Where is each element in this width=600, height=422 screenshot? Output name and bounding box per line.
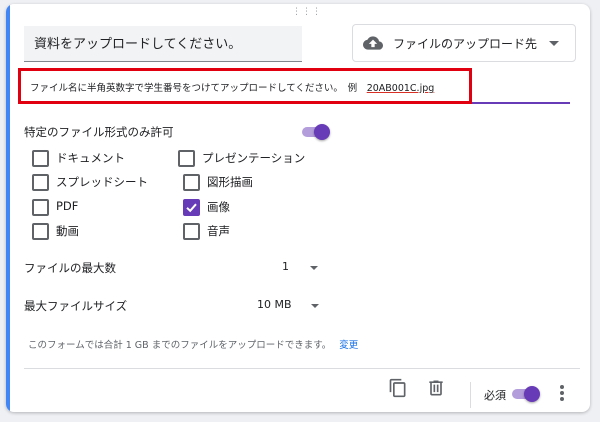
required-toggle[interactable]	[512, 386, 540, 402]
checkbox-label-presentation: プレゼンテーション	[202, 151, 306, 165]
question-title-input[interactable]: 資料をアップロードしてください。	[24, 26, 302, 62]
checkbox-label-spreadsheet: スプレッドシート	[56, 175, 148, 189]
max-files-value: 1	[282, 260, 289, 273]
cloud-upload-icon	[363, 36, 383, 50]
checkmark-icon	[186, 203, 197, 213]
chevron-down-icon	[549, 40, 559, 46]
checkbox-label-image: 画像	[207, 200, 230, 214]
required-label: 必須	[484, 389, 506, 402]
checkbox-label-document: ドキュメント	[56, 151, 125, 165]
checkbox-image[interactable]	[183, 199, 200, 216]
max-files-dropdown[interactable]: 1	[276, 254, 326, 278]
toggle-knob	[524, 386, 540, 402]
drag-handle-icon[interactable]: ⋮⋮⋮	[292, 8, 321, 17]
checkbox-pdf[interactable]	[32, 199, 49, 216]
max-files-label: ファイルの最大数	[24, 261, 116, 275]
highlight-annotation-box	[18, 68, 472, 104]
more-options-icon[interactable]	[556, 382, 568, 404]
checkbox-audio[interactable]	[183, 223, 200, 240]
footer-divider	[24, 368, 580, 369]
question-type-label: ファイルのアップロード先	[393, 36, 538, 51]
toggle-knob	[314, 124, 330, 140]
quota-change-link[interactable]: 変更	[339, 340, 358, 351]
checkbox-presentation[interactable]	[178, 150, 195, 167]
chevron-down-icon	[310, 266, 318, 270]
max-size-value: 10 MB	[257, 298, 292, 311]
chevron-down-icon	[311, 304, 319, 308]
question-card[interactable]: ⋮⋮⋮ 資料をアップロードしてください。 ファイルのアップロード先 ファイル名に…	[6, 4, 590, 412]
max-size-label: 最大ファイルサイズ	[24, 299, 128, 313]
quota-note-text: このフォームでは合計 1 GB までのファイルをアップロードできます。	[28, 340, 332, 351]
active-card-indicator	[6, 4, 10, 412]
quota-note: このフォームでは合計 1 GB までのファイルをアップロードできます。 変更	[28, 337, 358, 351]
file-type-toggle-label: 特定のファイル形式のみ許可	[24, 125, 174, 139]
file-type-toggle[interactable]	[302, 124, 330, 140]
question-type-dropdown[interactable]: ファイルのアップロード先	[352, 24, 576, 62]
checkbox-spreadsheet[interactable]	[32, 174, 49, 191]
checkbox-label-video: 動画	[56, 224, 79, 238]
max-size-dropdown[interactable]: 10 MB	[251, 292, 327, 316]
checkbox-drawing[interactable]	[183, 174, 200, 191]
checkbox-video[interactable]	[32, 223, 49, 240]
checkbox-label-pdf: PDF	[56, 199, 79, 213]
delete-icon[interactable]	[426, 378, 446, 398]
footer-vertical-divider	[470, 382, 471, 408]
checkbox-document[interactable]	[32, 150, 49, 167]
checkbox-label-audio: 音声	[207, 224, 230, 238]
duplicate-icon[interactable]	[388, 378, 408, 398]
checkbox-label-drawing: 図形描画	[207, 175, 253, 189]
